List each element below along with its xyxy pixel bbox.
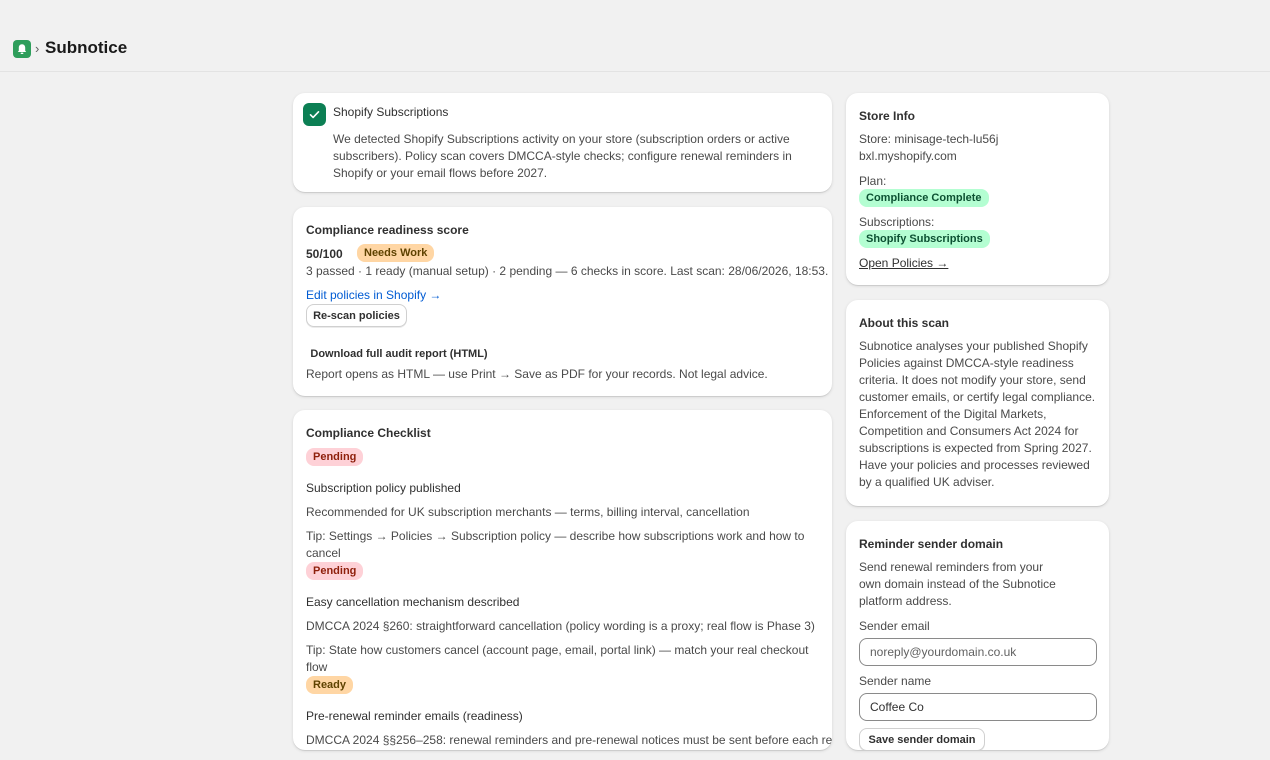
open-policies-link[interactable]: Open Policies → — [859, 256, 948, 270]
top-bar: › Subnotice — [0, 0, 1270, 72]
status-badge: Pending — [306, 448, 364, 466]
checklist-item-desc: DMCCA 2024 §§256–258: renewal reminders … — [306, 733, 832, 747]
save-sender-button[interactable]: Save sender domain — [859, 728, 985, 750]
chevron-right-icon: › — [35, 41, 40, 56]
sender-name-input[interactable] — [859, 693, 1097, 721]
status-badge: Pending — [306, 562, 364, 580]
score-value: 50/100 — [306, 247, 343, 261]
check-icon — [303, 103, 326, 126]
edit-policies-link[interactable]: Edit policies in Shopify → — [306, 288, 441, 302]
checklist-heading: Compliance Checklist — [306, 426, 431, 440]
reminder-sender-card: Reminder sender domain Send renewal remi… — [846, 521, 1109, 750]
status-badge: Needs Work — [357, 244, 435, 262]
report-note: Report opens as HTML — use Print → Save … — [306, 367, 768, 381]
about-body: Subnotice analyses your published Shopif… — [859, 339, 1096, 489]
reminder-heading: Reminder sender domain — [859, 537, 1004, 551]
sender-name-label: Sender name — [859, 674, 932, 688]
subscriptions-label: Subscriptions: — [859, 215, 935, 229]
checklist-item-tip: Tip: Settings → Policies → Subscription … — [306, 529, 805, 560]
store-domain: Store: minisage-tech-lu56jbxl.myshopify.… — [859, 132, 999, 163]
store-info-heading: Store Info — [859, 109, 915, 123]
download-report-button[interactable]: Download full audit report (HTML) — [306, 342, 492, 365]
score-heading: Compliance readiness score — [306, 223, 469, 237]
sender-email-label: Sender email — [859, 619, 930, 633]
checklist-item-desc: DMCCA 2024 §260: straightforward cancell… — [306, 619, 815, 633]
checklist-item-desc: Recommended for UK subscription merchant… — [306, 505, 750, 519]
checklist-item-tip: Tip: State how customers cancel (account… — [306, 643, 809, 674]
checklist-item-title: Subscription policy published — [306, 481, 461, 495]
subscriptions-badge: Shopify Subscriptions — [859, 230, 990, 248]
reminder-body: Send renewal reminders from your own dom… — [859, 560, 1056, 608]
compliance-checklist-card: Compliance Checklist Pending Subscriptio… — [293, 410, 832, 750]
notice-body: We detected Shopify Subscriptions activi… — [333, 132, 792, 180]
store-info-card: Store Info Store: minisage-tech-lu56jbxl… — [846, 93, 1109, 285]
rescan-button[interactable]: Re-scan policies — [306, 304, 407, 327]
score-summary: 3 passed · 1 ready (manual setup) · 2 pe… — [306, 264, 829, 278]
subscriptions-notice-card: Shopify Subscriptions We detected Shopif… — [293, 93, 832, 192]
sender-email-input[interactable] — [859, 638, 1097, 666]
checklist-item-title: Pre-renewal reminder emails (readiness) — [306, 709, 523, 723]
about-heading: About this scan — [859, 316, 950, 330]
status-badge: Ready — [306, 676, 354, 694]
about-scan-card: About this scan Subnotice analyses your … — [846, 300, 1109, 506]
page-title: Subnotice — [45, 38, 128, 57]
checklist-item-title: Easy cancellation mechanism described — [306, 595, 520, 609]
notice-title: Shopify Subscriptions — [333, 105, 449, 119]
bell-icon — [17, 44, 27, 54]
plan-label: Plan: — [859, 174, 887, 188]
readiness-score-card: Compliance readiness score 50/100 Needs … — [293, 207, 832, 396]
app-logo[interactable] — [13, 40, 31, 58]
plan-badge: Compliance Complete — [859, 189, 989, 207]
